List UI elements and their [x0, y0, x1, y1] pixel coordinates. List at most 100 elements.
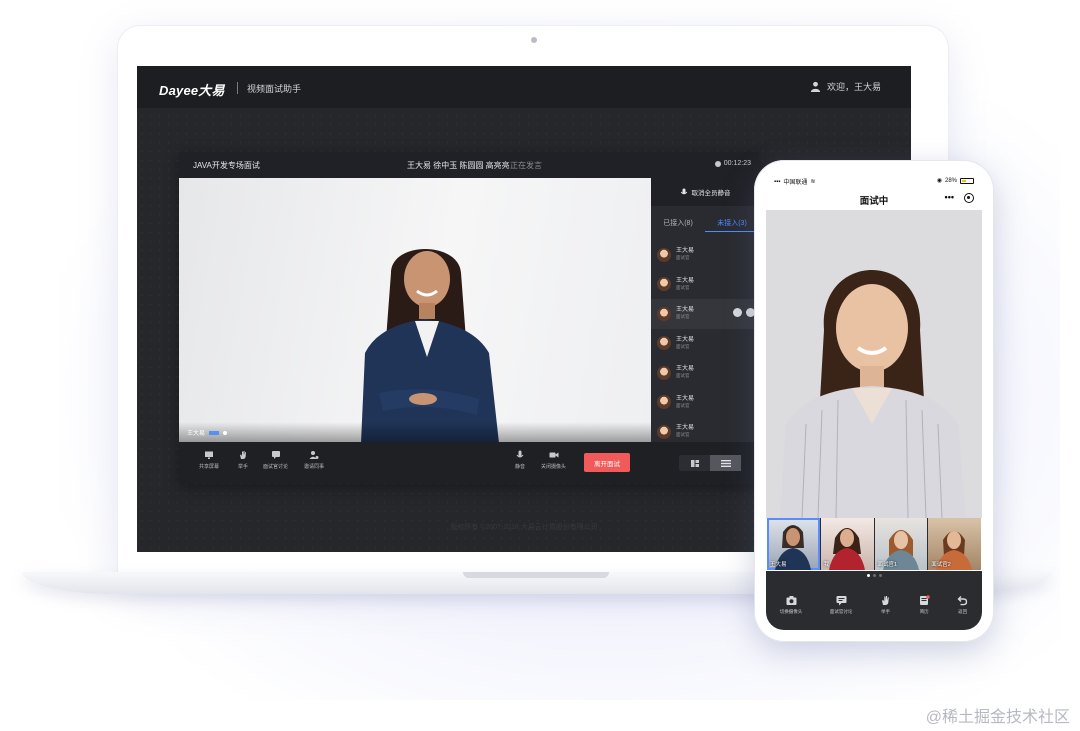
back-arrow-icon	[957, 595, 968, 605]
participant-name: 王大易	[676, 277, 695, 284]
timer-text: 00:12:23	[723, 160, 751, 167]
participant-thumbnails: 王大易 我 面试官1 面试官2	[767, 518, 981, 570]
hand-icon	[240, 451, 246, 459]
resume-icon	[919, 594, 930, 605]
share-screen-label: 共享屏幕	[199, 464, 220, 470]
status-left: ▪▪▪ 中国联通 ≋	[774, 177, 816, 187]
phone-frame: ▪▪▪ 中国联通 ≋ ◉ 28% 面试中 ••• 王大易 我 面试官1 面试官2…	[754, 160, 994, 642]
thumbnail[interactable]: 面试官1	[874, 518, 928, 570]
pager-dot	[866, 573, 870, 577]
camera-off-label: 关闭摄像头	[541, 464, 567, 470]
grid-layout-button[interactable]	[679, 455, 710, 471]
chat-icon	[836, 595, 847, 605]
watermark: @稀土掘金技术社区	[925, 709, 1070, 726]
switch-camera-button[interactable]: 切换摄像头	[779, 595, 803, 615]
phone-toolbar: 切换摄像头 面试官讨论 举手 简历 返回	[766, 579, 982, 630]
raise-hand-button[interactable]: 举手	[238, 450, 248, 470]
meeting-topbar: JAVA开发专场面试 王大易 徐中玉 陈圆圆 高亮亮 正在发言 00:12:23	[179, 152, 759, 178]
clock-icon	[714, 160, 721, 167]
thumbnail-name: 王大易	[770, 562, 787, 568]
meeting-toolbar: 共享屏幕 举手 面试官讨论 邀请同事 静音 关闭摄像头 离开面试	[179, 442, 759, 484]
mute-button[interactable]: 静音	[515, 450, 525, 470]
main-video[interactable]: 王大易	[179, 178, 651, 442]
participant-row[interactable]: 王大易 面试官	[651, 299, 759, 329]
header-divider	[237, 82, 238, 94]
raise-hand-label: 举手	[238, 464, 249, 470]
thumbnail-pager	[766, 571, 982, 579]
avatar	[657, 336, 671, 351]
participant-row[interactable]: 王大易 面试官	[651, 358, 759, 388]
heart-icon[interactable]	[733, 308, 742, 317]
tab-not-joined[interactable]: 未接入(3)	[705, 216, 759, 232]
discussion-button[interactable]: 面试官讨论	[263, 450, 288, 470]
participant-role: 面试官	[676, 343, 690, 349]
phone-raise-hand-button[interactable]: 举手	[880, 595, 891, 615]
share-screen-icon	[205, 451, 213, 459]
participant-role: 面试官	[676, 402, 690, 408]
phone-main-video[interactable]	[766, 210, 982, 518]
speaking-status: 正在发言	[510, 161, 542, 170]
meeting-window: JAVA开发专场面试 王大易 徐中玉 陈圆圆 高亮亮 正在发言 00:12:23…	[179, 152, 759, 484]
discussion-label: 面试官讨论	[263, 464, 289, 470]
more-menu-button[interactable]: •••	[945, 192, 954, 202]
phone-video-person	[780, 270, 966, 518]
layout-toggle	[679, 455, 741, 471]
invite-label: 邀请同事	[304, 464, 325, 470]
carrier-name: 中国联通	[783, 180, 808, 186]
app-header: Dayee大易 视频面试助手 欢迎，王大易	[137, 66, 911, 108]
leave-interview-button[interactable]: 离开面试	[584, 453, 630, 472]
phone-nav-bar: 面试中 •••	[766, 188, 982, 210]
participant-tabs: 已接入(8) 未接入(3)	[651, 216, 759, 232]
avatar	[657, 395, 671, 410]
meeting-participants: 王大易 徐中玉 陈圆圆 高亮亮	[407, 161, 510, 170]
chat-icon	[271, 451, 280, 459]
record-icon[interactable]	[964, 193, 974, 203]
microphone-icon	[516, 450, 524, 458]
avatar	[657, 365, 671, 380]
thumbnail-name: 面试官1	[877, 562, 898, 568]
participant-name: 王大易	[676, 395, 695, 402]
camera-off-button[interactable]: 关闭摄像头	[541, 450, 566, 470]
list-layout-button[interactable]	[710, 455, 741, 471]
pager-dot	[872, 573, 876, 577]
alarm-icon: ◉	[936, 178, 942, 184]
resume-label: 简历	[919, 608, 929, 614]
participant-name: 王大易	[676, 336, 695, 343]
tab-joined[interactable]: 已接入(8)	[651, 216, 705, 232]
row-actions	[733, 308, 755, 317]
participant-list: 王大易 面试官 王大易 面试官 王大易 面试官 王大易 面试官 王大易 面试官 …	[651, 240, 759, 447]
phone-discussion-label: 面试官讨论	[829, 608, 853, 614]
wifi-icon: ≋	[810, 179, 816, 185]
resume-button[interactable]: 简历	[919, 594, 930, 615]
thumbnail[interactable]: 我	[820, 518, 874, 570]
mute-label: 静音	[515, 464, 526, 470]
phone-discussion-button[interactable]: 面试官讨论	[829, 595, 853, 615]
user-menu[interactable]: 欢迎，王大易	[810, 80, 881, 93]
thumbnail-name: 我	[823, 562, 830, 568]
participant-row[interactable]: 王大易 面试官	[651, 329, 759, 359]
meeting-timer: 00:12:23	[714, 160, 751, 167]
add-user-icon	[309, 451, 319, 459]
invite-colleague-button[interactable]: 邀请同事	[304, 450, 324, 470]
participant-row[interactable]: 王大易 面试官	[651, 270, 759, 300]
camera-switch-icon	[786, 595, 797, 605]
participant-row[interactable]: 王大易 面试官	[651, 240, 759, 270]
participant-role: 面试官	[676, 432, 690, 438]
share-screen-button[interactable]: 共享屏幕	[199, 450, 219, 470]
candidate-video-person	[361, 249, 499, 442]
grid-icon	[690, 459, 699, 467]
participant-row[interactable]: 王大易 面试官	[651, 388, 759, 418]
back-label: 返回	[958, 608, 968, 614]
participant-role: 面试官	[676, 284, 690, 290]
switch-camera-label: 切换摄像头	[779, 608, 803, 614]
thumbnail[interactable]: 王大易	[767, 518, 820, 570]
participant-role: 面试官	[676, 314, 690, 320]
user-icon	[810, 81, 821, 92]
phone-status-bar: ▪▪▪ 中国联通 ≋ ◉ 28%	[766, 172, 982, 188]
phone-raise-hand-label: 举手	[880, 608, 890, 614]
thumbnail[interactable]: 面试官2	[928, 518, 981, 570]
unmute-all-button[interactable]: 取消全员静音	[651, 178, 759, 206]
thumbnail-name: 面试官2	[931, 562, 951, 568]
mic-icon	[680, 188, 687, 195]
back-button[interactable]: 返回	[957, 595, 968, 615]
